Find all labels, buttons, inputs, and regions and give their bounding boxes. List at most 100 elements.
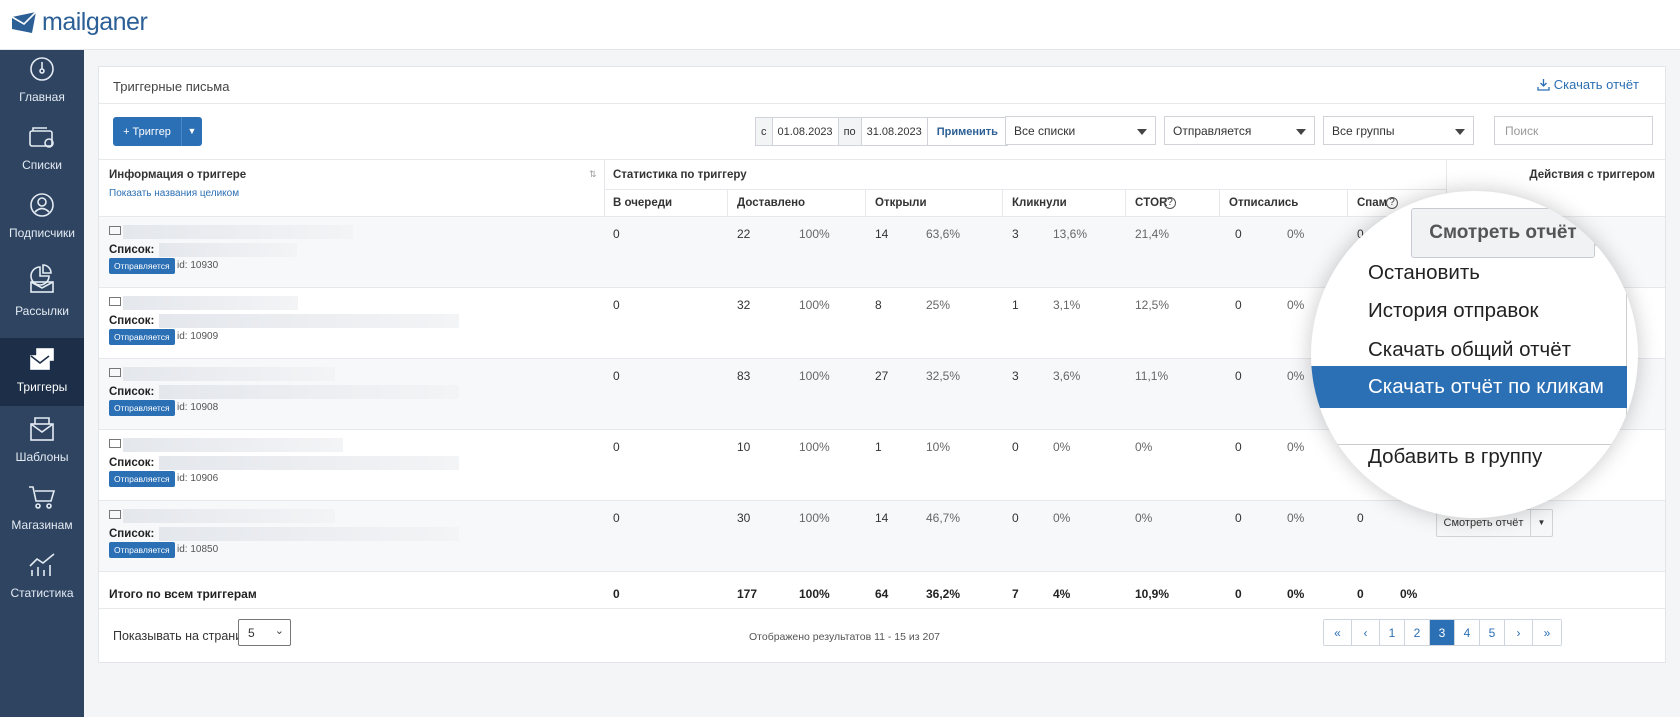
date-from-input[interactable]: 01.08.2023 bbox=[773, 118, 839, 145]
cell-clicked: 3 bbox=[1012, 369, 1019, 383]
show-full-names-link[interactable]: Показать названия целиком bbox=[109, 188, 239, 199]
date-range: с 01.08.2023 по 31.08.2023 Применить bbox=[755, 117, 1008, 146]
menu-item-stop[interactable]: Остановить bbox=[1368, 261, 1480, 285]
cell-unsub-percent: 0% bbox=[1287, 440, 1305, 454]
sidebar-item-subscribers[interactable]: Подписчики bbox=[0, 190, 84, 258]
total-unsubscribed-percent: 0% bbox=[1287, 587, 1305, 601]
help-icon[interactable]: ? bbox=[1164, 197, 1176, 209]
zoom-magnifier: Смотреть отчёт чёт ▼ Остановить История … bbox=[1311, 191, 1638, 518]
sidebar-item-lists[interactable]: Списки bbox=[0, 122, 84, 190]
apply-button[interactable]: Применить bbox=[928, 118, 1007, 145]
list-label: Список: bbox=[109, 244, 155, 256]
sidebar-item-shops[interactable]: Магазинам bbox=[0, 482, 84, 550]
triggers-icon bbox=[30, 348, 54, 370]
menu-item-download-clicks-report[interactable]: Скачать отчёт по кликам bbox=[1311, 366, 1627, 408]
cell-delivered: 30 bbox=[737, 511, 751, 525]
total-opened: 64 bbox=[875, 587, 889, 601]
cell-unsub: 0 bbox=[1235, 227, 1242, 241]
menu-item-download-report[interactable]: Скачать общий отчёт bbox=[1368, 338, 1571, 362]
cell-delivered-percent: 100% bbox=[799, 369, 830, 383]
add-trigger-label: + Триггер bbox=[123, 125, 171, 138]
page-nav-button[interactable]: » bbox=[1533, 620, 1561, 645]
lists-select[interactable]: Все списки bbox=[1005, 116, 1156, 145]
col-delivered: Доставлено bbox=[737, 197, 806, 209]
sidebar-item-mailings[interactable]: Рассылки bbox=[0, 258, 84, 338]
col-opened: Открыли bbox=[875, 197, 927, 209]
total-opened-percent: 36,2% bbox=[926, 587, 961, 601]
trigger-name-redacted[interactable] bbox=[123, 509, 335, 523]
dashboard-icon bbox=[30, 57, 54, 81]
sidebar-item-templates[interactable]: Шаблоны bbox=[0, 414, 84, 482]
date-from-prefix: с bbox=[756, 118, 773, 145]
cell-unsub-percent: 0% bbox=[1287, 369, 1305, 383]
status-select[interactable]: Отправляется bbox=[1164, 116, 1315, 145]
stats-subheader: В очереди Доставлено Открыли Кликнули CT… bbox=[604, 189, 1447, 219]
sort-icon[interactable]: ⇅ bbox=[589, 169, 597, 180]
trigger-id: id: 10909 bbox=[177, 331, 219, 342]
cell-opened: 14 bbox=[875, 227, 889, 241]
add-trigger-button[interactable]: + Триггер ▼ bbox=[113, 117, 202, 146]
cell-ctor: 0% bbox=[1135, 440, 1153, 454]
caret-down-icon[interactable]: ▼ bbox=[1530, 509, 1552, 537]
trigger-name-redacted[interactable] bbox=[123, 296, 298, 310]
brand-logo[interactable]: mailganer bbox=[10, 8, 148, 37]
status-badge: Отправляется bbox=[109, 329, 175, 345]
envelope-icon bbox=[109, 297, 121, 306]
page-button[interactable]: 3 bbox=[1430, 620, 1455, 645]
cell-clicked: 0 bbox=[1012, 440, 1019, 454]
cell-clicked-percent: 3,1% bbox=[1053, 298, 1081, 312]
cell-opened-percent: 63,6% bbox=[926, 227, 961, 241]
per-page-select[interactable]: 5 ⌄ bbox=[238, 619, 291, 646]
cell-delivered: 83 bbox=[737, 369, 751, 383]
sidebar-item-home[interactable]: Главная bbox=[0, 54, 84, 122]
view-report-button-partial[interactable]: чёт bbox=[1595, 218, 1626, 246]
chevron-down-icon: ⌄ bbox=[274, 625, 284, 637]
cell-queue: 0 bbox=[613, 227, 620, 241]
status-badge: Отправляется bbox=[109, 400, 175, 416]
page-button[interactable]: 4 bbox=[1455, 620, 1480, 645]
total-spam: 0 bbox=[1357, 587, 1364, 601]
page-nav-button[interactable]: « bbox=[1324, 620, 1352, 645]
page-button[interactable]: 1 bbox=[1380, 620, 1405, 645]
trigger-name-redacted[interactable] bbox=[123, 225, 353, 239]
total-queue: 0 bbox=[613, 587, 620, 601]
cell-ctor: 0% bbox=[1135, 511, 1153, 525]
actions-column-header: Действия с триггером bbox=[1529, 169, 1655, 181]
stats-column-header: Статистика по триггеру bbox=[613, 169, 747, 181]
cell-clicked: 0 bbox=[1012, 511, 1019, 525]
caret-down-icon[interactable]: ▼ bbox=[1626, 218, 1638, 246]
divider bbox=[1347, 190, 1348, 219]
envelope-icon bbox=[109, 368, 121, 377]
total-delivered-percent: 100% bbox=[799, 587, 830, 601]
menu-item-add-to-group[interactable]: Добавить в группу bbox=[1368, 445, 1542, 469]
status-badge: Отправляется bbox=[109, 542, 175, 558]
cell-delivered: 32 bbox=[737, 298, 751, 312]
divider bbox=[865, 190, 866, 219]
menu-item-send-history[interactable]: История отправок bbox=[1368, 299, 1538, 323]
trigger-name-redacted[interactable] bbox=[123, 367, 335, 381]
divider bbox=[99, 103, 1665, 104]
sidebar: Главная Списки Подписчики Рассылки Тригг… bbox=[0, 50, 84, 717]
info-column-header[interactable]: Информация о триггере bbox=[109, 169, 246, 181]
trigger-name-redacted[interactable] bbox=[123, 438, 343, 452]
groups-select[interactable]: Все группы bbox=[1323, 116, 1474, 145]
trigger-id: id: 10850 bbox=[177, 544, 219, 555]
sidebar-item-statistics[interactable]: Статистика bbox=[0, 550, 84, 618]
help-icon[interactable]: ? bbox=[1386, 197, 1398, 209]
search-input[interactable]: Поиск bbox=[1494, 116, 1653, 145]
page-nav-button[interactable]: ‹ bbox=[1352, 620, 1380, 645]
caret-down-icon bbox=[1296, 129, 1306, 135]
page-button[interactable]: 5 bbox=[1480, 620, 1505, 645]
view-report-button-zoomed[interactable]: Смотреть отчёт bbox=[1411, 208, 1595, 258]
page-nav-button[interactable]: › bbox=[1505, 620, 1533, 645]
date-to-input[interactable]: 31.08.2023 bbox=[862, 118, 928, 145]
cell-clicked-percent: 13,6% bbox=[1053, 227, 1088, 241]
download-report-label: Скачать отчёт bbox=[1553, 77, 1639, 92]
sidebar-item-triggers[interactable]: Триггеры bbox=[0, 338, 84, 406]
download-icon bbox=[1537, 79, 1550, 91]
download-report-link[interactable]: Скачать отчёт bbox=[1537, 77, 1639, 92]
subscribers-icon bbox=[30, 193, 54, 217]
page-button[interactable]: 2 bbox=[1405, 620, 1430, 645]
cell-delivered-percent: 100% bbox=[799, 440, 830, 454]
chevron-down-icon[interactable]: ▼ bbox=[181, 117, 202, 146]
